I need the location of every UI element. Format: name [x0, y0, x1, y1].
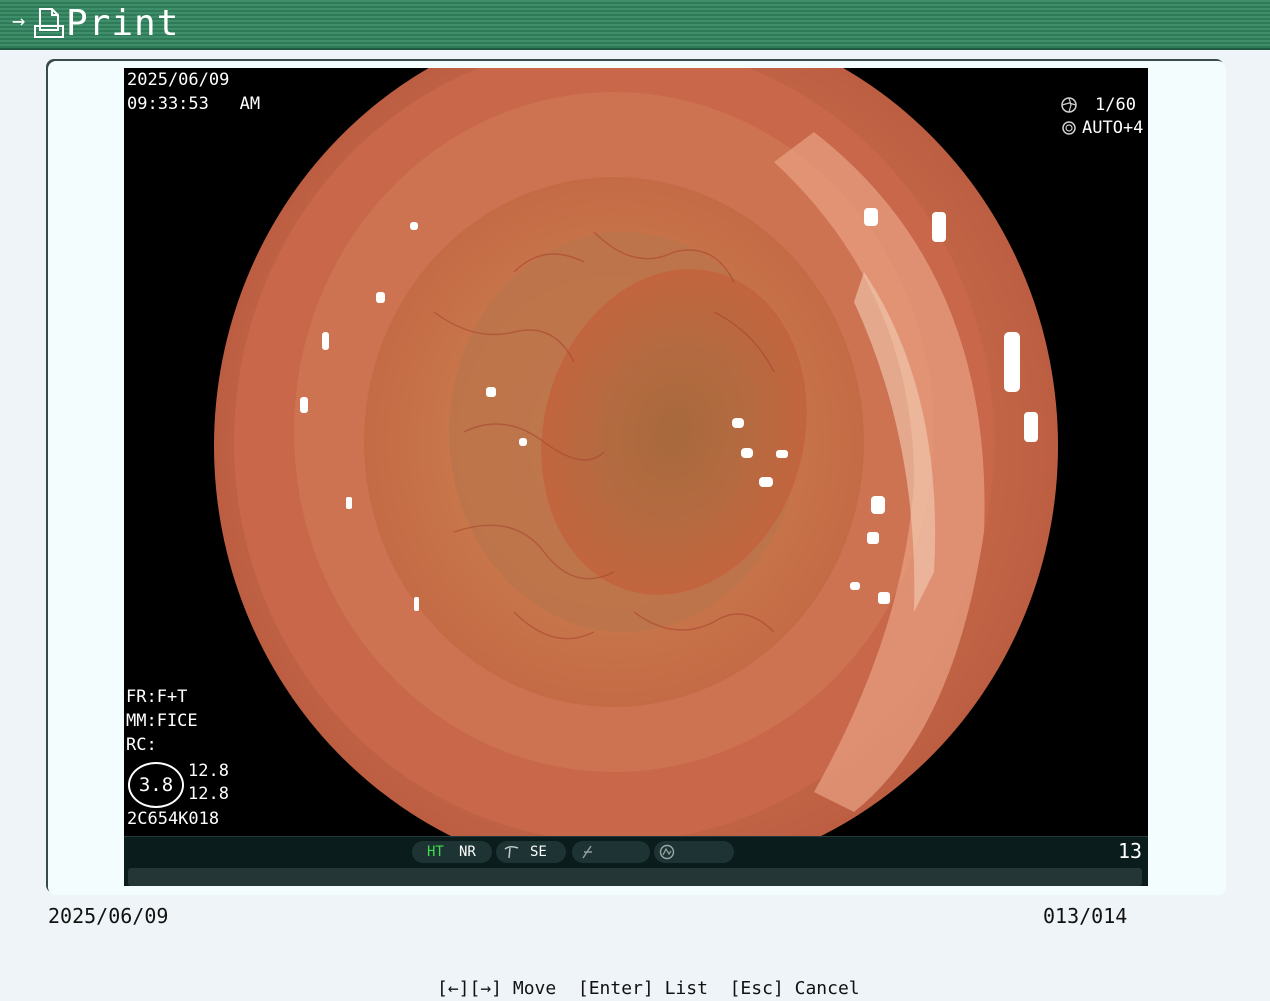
exposure-mode: AUTO+4	[1082, 118, 1144, 138]
endoscope-image: 2025/06/09 09:33:53 AM 1/60 AUTO+4 FR:F+…	[124, 68, 1148, 886]
status-strip: HT NR SE 13	[124, 836, 1148, 886]
edit-icon	[582, 845, 592, 859]
page-title: Print	[66, 3, 180, 44]
mucosa-illustration	[234, 68, 1038, 842]
nr-indicator: NR	[459, 844, 476, 860]
header-bar: → Print	[0, 0, 1270, 50]
ht-indicator: HT	[427, 844, 444, 860]
capture-time: 09:33:53 AM	[127, 94, 261, 114]
exposure-icon	[1062, 121, 1076, 135]
value-b: 12.8	[188, 784, 229, 804]
image-counter: 013/014	[1043, 904, 1128, 928]
progress-track	[128, 868, 1142, 886]
frame-number: 13	[1118, 839, 1143, 863]
se-indicator: SE	[530, 844, 547, 860]
value-a: 12.8	[188, 761, 229, 781]
mode-icon	[659, 844, 675, 860]
structure-icon	[504, 845, 519, 859]
shutter-icon	[1061, 97, 1077, 113]
circle-value-badge: 3.8	[128, 762, 184, 808]
rc-setting: RC:	[126, 735, 157, 755]
endoscopic-view	[214, 68, 1058, 880]
ht-nr-pill	[412, 841, 492, 863]
fr-setting: FR:F+T	[126, 687, 188, 707]
mm-setting: MM:FICE	[126, 711, 198, 731]
key-hint: [←][→] Move [Enter] List [Esc] Cancel	[437, 978, 860, 999]
document-icon	[34, 8, 64, 38]
arrow-right-icon: →	[12, 9, 26, 34]
shutter-speed: 1/60	[1095, 95, 1136, 115]
device-serial: 2C654K018	[127, 809, 220, 829]
capture-date: 2025/06/09	[127, 70, 230, 90]
footer-date: 2025/06/09	[48, 904, 169, 928]
